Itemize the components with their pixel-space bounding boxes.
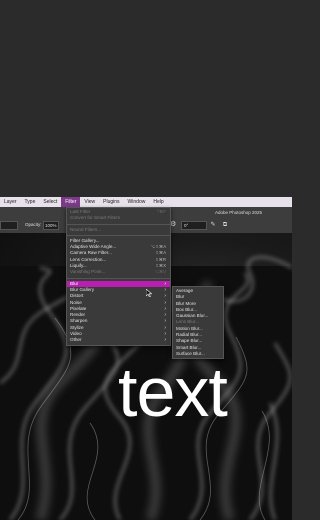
menu-filter[interactable]: Filter <box>61 197 81 207</box>
menu-item-label: Convert for Smart Filters <box>70 215 121 221</box>
cursor-icon <box>146 289 152 297</box>
menu-item-label: Blur Gallery <box>70 286 94 292</box>
menu-separator <box>67 223 170 225</box>
menu-item-label: Render <box>70 312 86 318</box>
pen-pressure-icon[interactable]: ✎ <box>209 221 217 229</box>
menu-item-label: Sharpen <box>70 318 88 324</box>
blur-submenu: Average Blur Blur More Box Blur... Gaussian … <box>172 286 224 360</box>
opacity-label: Opacity: <box>25 222 42 227</box>
app-title: Adobe Photoshop 2025 <box>215 210 263 215</box>
menu-type[interactable]: Type <box>21 197 40 207</box>
menu-item-label: Lens Correction... <box>70 256 107 262</box>
menu-window[interactable]: Window <box>124 197 150 207</box>
filter-menu-item-neural-filters: Neural Filters... <box>67 227 170 233</box>
filter-menu-item-vanishing-point: Vanishing Point... ⌥⌘V <box>67 269 170 275</box>
menu-item-label: Distort <box>70 293 84 299</box>
menu-item-label: Liquify... <box>70 263 87 269</box>
menu-item-label: Filter Gallery... <box>70 237 100 243</box>
filter-menu-item-other[interactable]: Other › <box>67 337 170 343</box>
menu-view[interactable]: View <box>80 197 99 207</box>
menubar: Layer Type Select Filter View Plugins Window He… <box>0 197 292 207</box>
menu-plugins[interactable]: Plugins <box>99 197 123 207</box>
symmetry-icon[interactable]: ⧉ <box>221 221 229 229</box>
menu-item-label: Video <box>70 331 82 337</box>
angle-field[interactable]: 0° <box>181 221 207 230</box>
menu-help[interactable]: Help <box>149 197 167 207</box>
menu-item-label: Other <box>70 337 82 343</box>
menu-item-label: Adaptive Wide Angle... <box>70 244 117 250</box>
menu-item-label: Pixelate <box>70 305 87 311</box>
menu-layer[interactable]: Layer <box>0 197 21 207</box>
menu-item-label: Stylize <box>70 324 84 330</box>
canvas-text-layer[interactable]: text <box>118 357 228 427</box>
menu-select[interactable]: Select <box>39 197 61 207</box>
menu-item-label: Last Filter <box>70 209 91 214</box>
filter-menu-item-convert-for-smart-filters: Convert for Smart Filters <box>67 215 170 221</box>
mode-dropdown[interactable] <box>0 221 18 230</box>
opacity-field[interactable]: 100% <box>43 221 59 230</box>
menu-separator <box>67 277 170 279</box>
menu-item-label: Camera Raw Filter... <box>70 250 112 256</box>
menu-item-label: Blur <box>70 280 79 286</box>
menu-item-label: Vanishing Point... <box>70 269 106 275</box>
menu-item-label: Noise <box>70 299 82 305</box>
chevron-right-icon: › <box>164 337 166 344</box>
menu-item-label: Neural Filters... <box>70 226 102 232</box>
menu-separator <box>67 234 170 236</box>
menu-item-shortcut: ⌥⌘V <box>154 269 166 275</box>
blur-submenu-item-surface-blur[interactable]: Surface Blur... <box>173 351 223 357</box>
filter-menu: Last Filter ^⌘F Convert for Smart Filters N… <box>66 207 171 346</box>
gear-icon[interactable]: ⚙ <box>170 221 178 229</box>
empty-workspace-top <box>0 0 292 197</box>
